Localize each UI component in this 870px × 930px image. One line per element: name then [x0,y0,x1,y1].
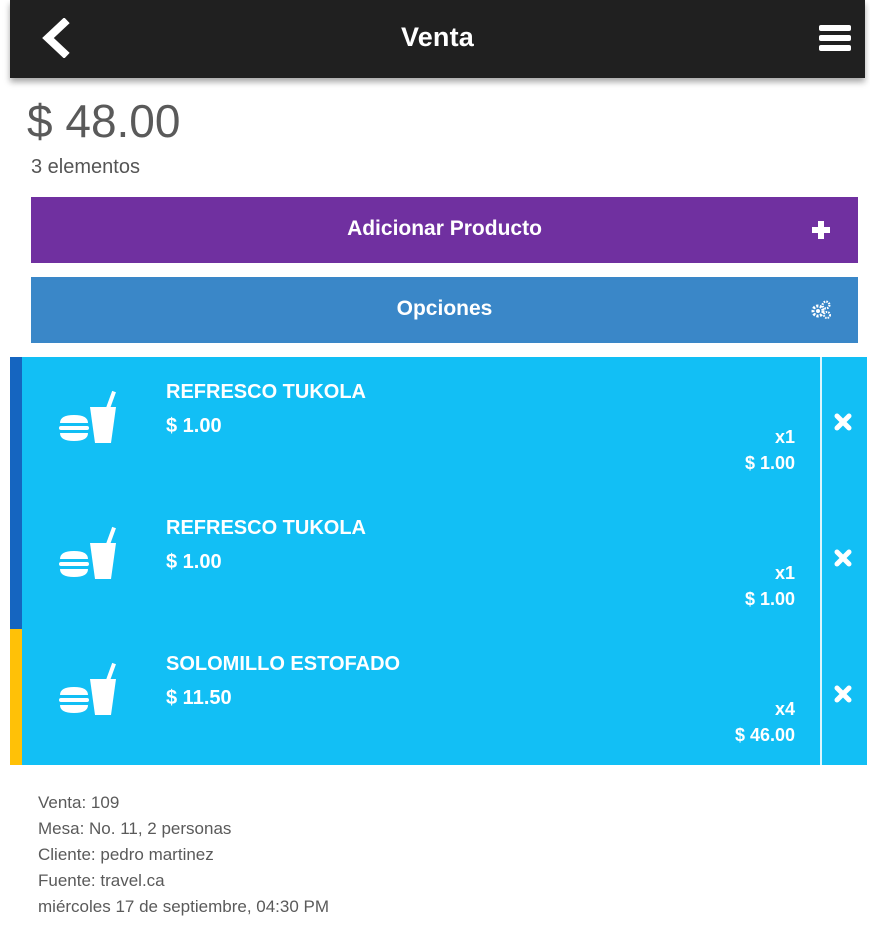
source-info: Fuente: travel.ca [38,871,165,890]
item-stripe [10,357,22,493]
close-icon[interactable] [833,412,853,432]
item-name: SOLOMILLO ESTOFADO [166,653,401,675]
item-divider [820,629,822,765]
add-product-label: Adicionar Producto [347,217,542,240]
sale-total: $ 48.00 [27,95,181,147]
item-subtotal: $ 1.00 [744,589,795,609]
item-name: REFRESCO TUKOLA [166,381,366,403]
client-info: Cliente: pedro martinez [38,845,214,864]
close-icon[interactable] [833,548,853,568]
item-price: $ 1.00 [166,551,222,573]
top-bar: Venta [10,0,865,78]
item-count: 3 elementos [31,156,140,178]
food-drink-icon [54,385,128,449]
options-button[interactable]: Opciones [31,277,858,343]
options-label: Opciones [396,297,493,320]
food-drink-icon [54,657,128,721]
list-item[interactable]: REFRESCO TUKOLA $ 1.00 x1 $ 1.00 [10,493,867,629]
item-subtotal: $ 1.00 [744,453,795,473]
sale-info: Venta: 109 Mesa: No. 11, 2 personas Clie… [38,790,329,920]
item-quantity: x1 [774,563,795,583]
sale-date: miércoles 17 de septiembre, 04:30 PM [38,897,330,916]
item-divider [820,357,822,493]
item-price: $ 11.50 [166,687,232,709]
gears-icon [810,299,832,321]
list-item[interactable]: REFRESCO TUKOLA $ 1.00 x1 $ 1.00 [10,357,867,493]
add-product-button[interactable]: Adicionar Producto [31,197,858,263]
item-quantity: x1 [774,427,795,447]
item-quantity: x4 [774,699,795,719]
table-info: Mesa: No. 11, 2 personas [38,819,232,838]
item-stripe [10,493,22,629]
item-stripe [10,629,22,765]
plus-icon [810,219,832,241]
close-icon[interactable] [833,684,853,704]
list-item[interactable]: SOLOMILLO ESTOFADO $ 11.50 x4 $ 46.00 [10,629,867,765]
item-price: $ 1.00 [166,415,222,437]
item-subtotal: $ 46.00 [734,725,795,745]
item-name: REFRESCO TUKOLA [166,517,366,539]
page-title: Venta [400,22,475,52]
sale-number: Venta: 109 [38,793,120,812]
food-drink-icon [54,521,128,585]
hamburger-menu-icon[interactable] [817,22,853,54]
item-divider [820,493,822,629]
